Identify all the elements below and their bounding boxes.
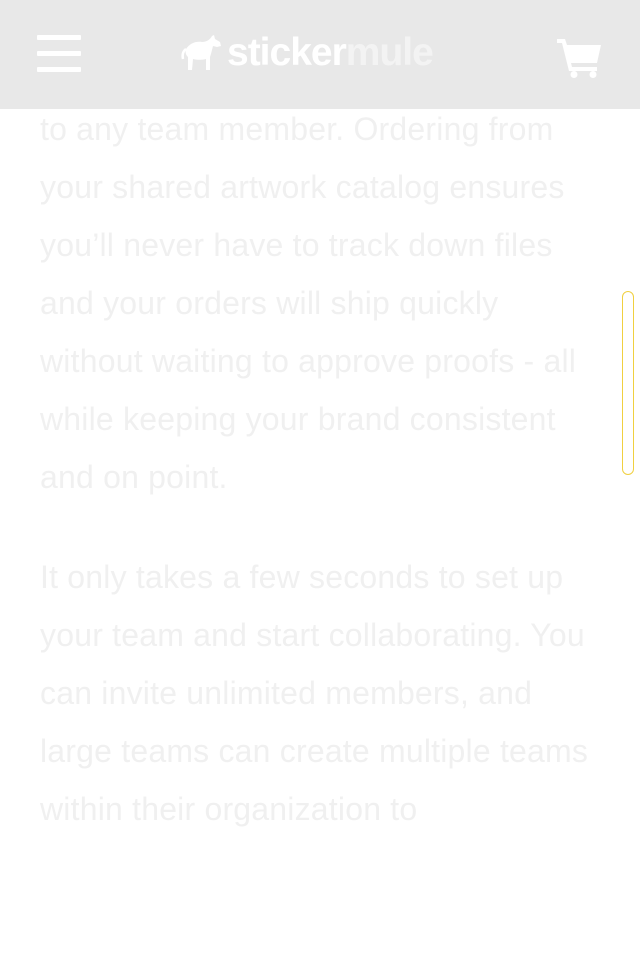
hamburger-menu-icon[interactable] [37,33,81,73]
scrollbar-thumb[interactable] [622,291,634,475]
paragraph: to any team member. Ordering from your s… [40,111,577,495]
article-content: to any team member. Ordering from your s… [40,100,600,838]
stickermule-logo[interactable]: sticker mule [180,30,434,76]
shopping-cart-icon[interactable] [557,36,603,78]
site-header: sticker mule [0,0,640,109]
mule-logo-icon [181,35,221,70]
paragraph: It only takes a few seconds to set up yo… [40,559,589,827]
logo-text-mule: mule [345,31,434,74]
logo-text-sticker: sticker [227,31,347,74]
page: sticker mule to any team member. Ordering… [0,0,640,959]
